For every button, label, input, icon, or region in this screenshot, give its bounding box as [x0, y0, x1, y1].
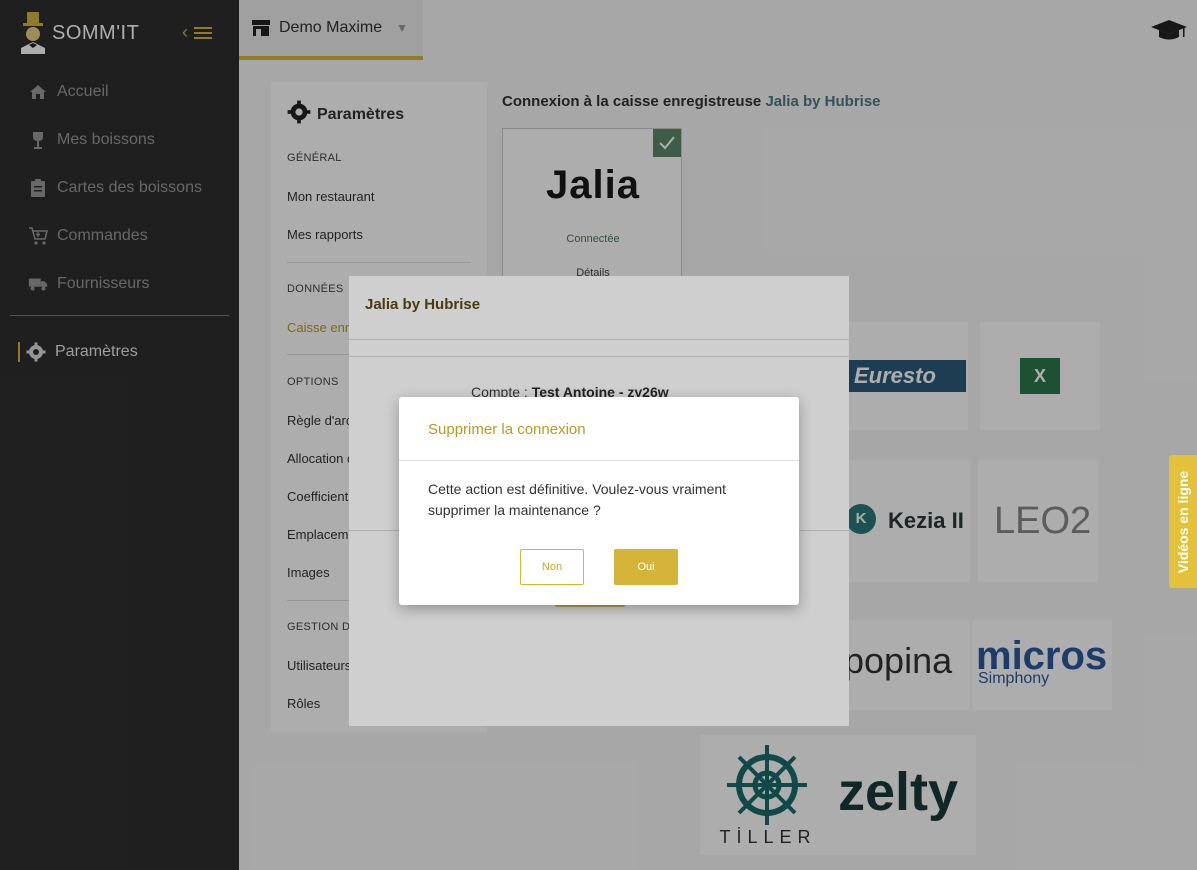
videos-tab-label: Vidéos en ligne: [1175, 470, 1191, 573]
cancel-button[interactable]: Non: [520, 549, 584, 585]
modal-divider: [349, 339, 849, 340]
videos-tab[interactable]: Vidéos en ligne: [1169, 455, 1197, 588]
modal-divider: [349, 356, 849, 357]
dialog-divider: [399, 460, 799, 461]
confirm-delete-dialog: Supprimer la connexion Cette action est …: [399, 397, 799, 605]
dialog-message: Cette action est définitive. Voulez-vous…: [428, 481, 727, 518]
dialog-title: Supprimer la connexion: [428, 421, 586, 438]
confirm-button[interactable]: Oui: [614, 549, 678, 585]
modal-title: Jalia by Hubrise: [365, 296, 481, 313]
